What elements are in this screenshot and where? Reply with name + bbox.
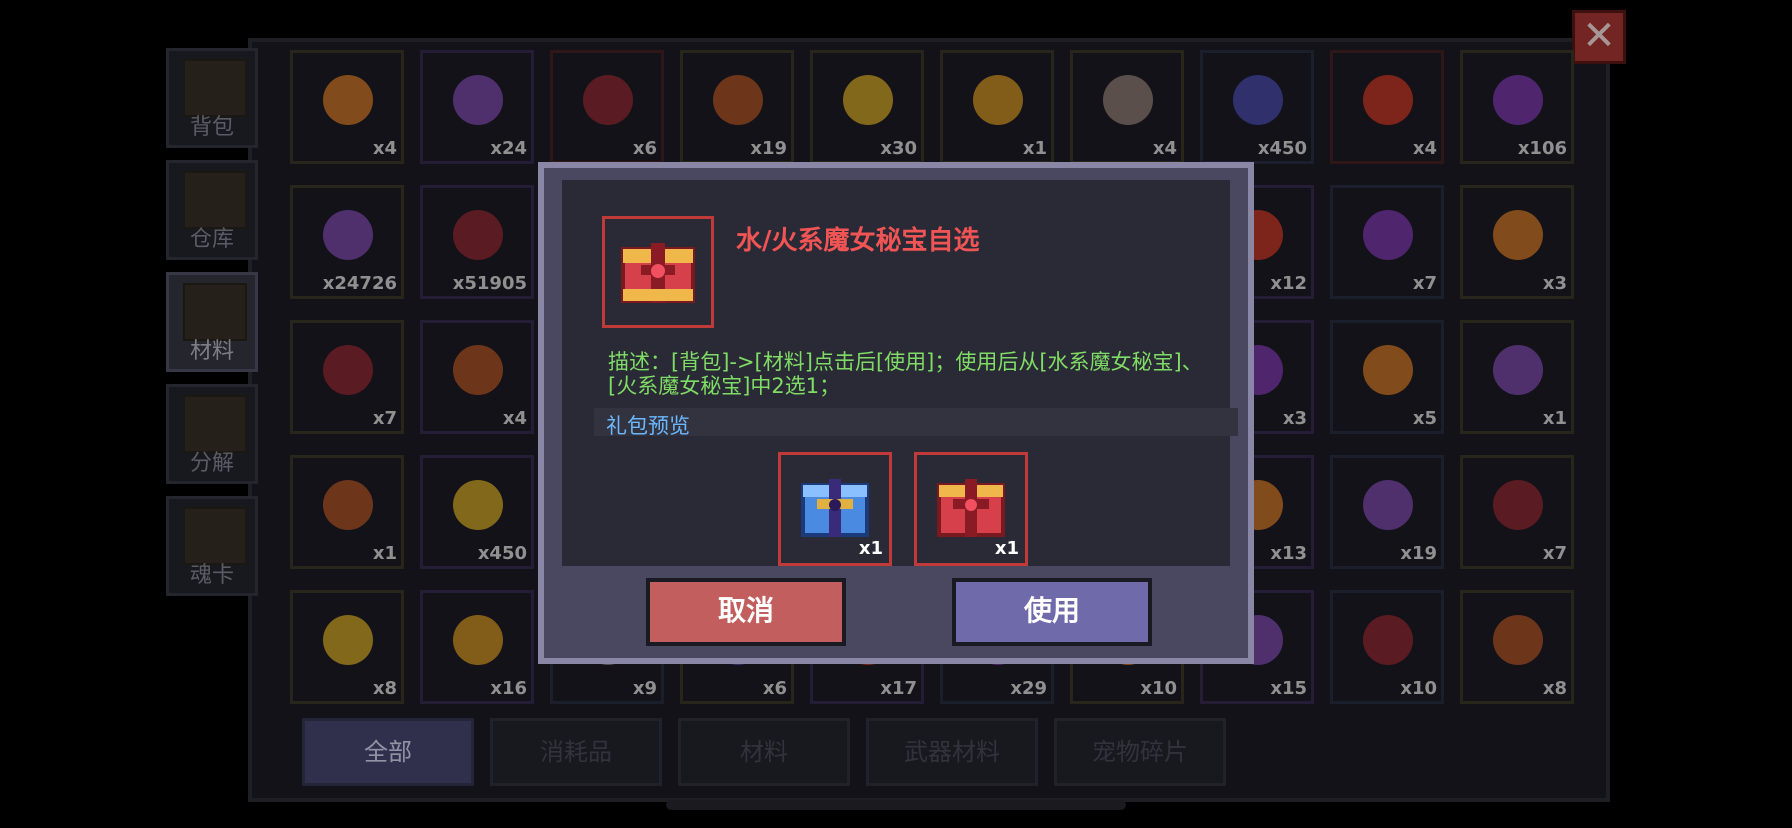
- preview-item-fire[interactable]: x1: [914, 452, 1028, 566]
- preview-item-count: x1: [858, 538, 883, 559]
- dialog-content: 水/火系魔女秘宝自选 描述：[背包]->[材料]点击后[使用]；使用后从[水系魔…: [562, 180, 1238, 566]
- preview-header: 礼包预览: [594, 408, 1238, 438]
- preview-item-water[interactable]: x1: [778, 452, 892, 566]
- cancel-button[interactable]: 取消: [646, 578, 846, 646]
- preview-label: 礼包预览: [606, 414, 690, 438]
- item-dialog: 水/火系魔女秘宝自选 描述：[背包]->[材料]点击后[使用]；使用后从[水系魔…: [538, 162, 1254, 664]
- treasure-chest-icon: [602, 216, 714, 328]
- dialog-title: 水/火系魔女秘宝自选: [736, 226, 980, 256]
- preview-item-count: x1: [994, 538, 1019, 559]
- item-description: 描述：[背包]->[材料]点击后[使用]；使用后从[水系魔女秘宝]、[火系魔女秘…: [608, 350, 1203, 398]
- use-button[interactable]: 使用: [952, 578, 1152, 646]
